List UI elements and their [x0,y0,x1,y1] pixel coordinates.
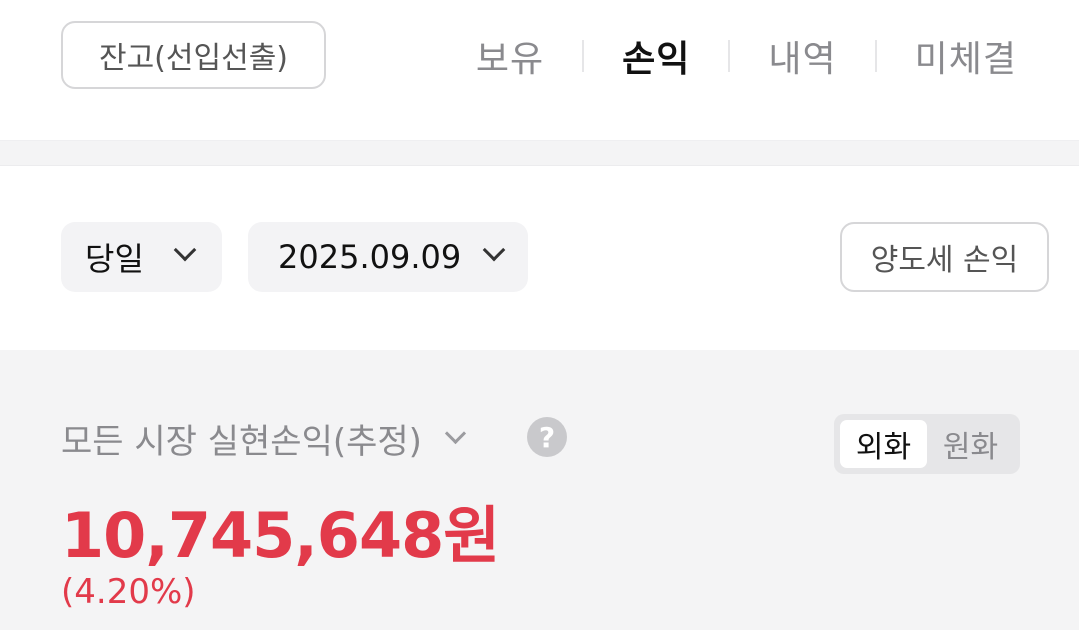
capital-gains-tax-button[interactable]: 양도세 손익 [840,222,1049,292]
balance-fifo-button[interactable]: 잔고(선입선출) [61,21,326,89]
tab-unfilled[interactable]: 미체결 [915,30,1017,82]
tab-divider [728,40,731,72]
help-icon[interactable]: ? [527,417,567,457]
currency-toggle: 외화 원화 [834,414,1020,474]
date-dropdown[interactable]: 2025.09.09 [248,222,528,292]
market-label: 모든 시장 실현손익(추정) [61,422,422,462]
realized-profit-amount: 10,745,648원 [61,499,500,572]
tab-bar: 보유 손익 내역 미체결 [476,28,1017,84]
profit-summary: 모든 시장 실현손익(추정) ? 외화 원화 10,745,648원 (4.20… [0,350,1079,630]
tab-divider [874,40,877,72]
market-selector[interactable]: 모든 시장 실현손익(추정) [61,414,467,463]
tab-holdings[interactable]: 보유 [476,30,544,82]
tab-profit-loss[interactable]: 손익 [622,30,690,82]
period-dropdown[interactable]: 당일 [61,222,222,292]
tab-divider [582,40,585,72]
toggle-krw[interactable]: 원화 [927,420,1014,468]
period-label: 당일 [85,240,144,278]
date-label: 2025.09.09 [278,238,462,276]
chevron-down-icon [173,238,197,262]
chevron-down-icon [444,422,467,445]
top-bar: 잔고(선입선출) 보유 손익 내역 미체결 [0,0,1079,140]
filter-row: 당일 2025.09.09 양도세 손익 [0,166,1079,350]
tab-history[interactable]: 내역 [768,30,836,82]
section-divider [0,140,1079,166]
chevron-down-icon [482,238,506,262]
toggle-foreign-currency[interactable]: 외화 [840,420,927,468]
realized-profit-rate: (4.20%) [61,572,196,612]
